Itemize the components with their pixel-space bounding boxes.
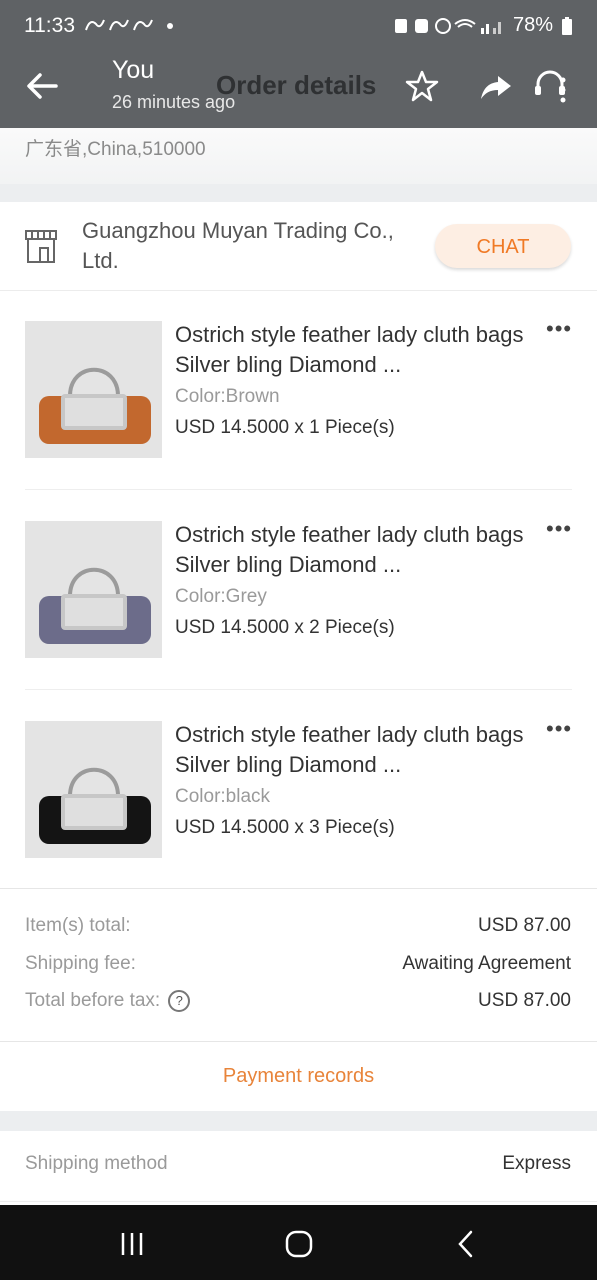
seller-name[interactable]: Guangzhou Muyan Trading Co., Ltd.: [82, 216, 432, 276]
status-time: 11:33: [24, 14, 75, 37]
sender-name: You: [112, 56, 155, 84]
store-icon: [25, 230, 57, 263]
recent-apps-icon[interactable]: [115, 1227, 149, 1261]
share-icon[interactable]: [478, 68, 514, 104]
before-tax-label-wrap: Total before tax:?: [25, 990, 191, 1012]
page-title: Order details: [216, 70, 377, 100]
payment-records-link[interactable]: Payment records: [0, 1041, 597, 1111]
product-color: Color:Grey: [175, 586, 267, 607]
product-title[interactable]: Ostrich style feather lady cluth bags Si…: [175, 520, 525, 580]
nav-back-icon[interactable]: [450, 1227, 484, 1261]
shipping-method-label: Shipping method: [25, 1153, 168, 1174]
product-price: USD 14.5000 x 3 Piece(s): [175, 817, 395, 838]
home-icon[interactable]: [282, 1227, 316, 1261]
battery-icon: [562, 16, 572, 35]
shipping-method: Shipping method Express: [25, 1153, 571, 1183]
system-status-icons: [394, 17, 501, 34]
back-arrow-icon[interactable]: [22, 66, 62, 106]
status-bar: 11:33 78%: [0, 0, 597, 52]
product-price: USD 14.5000 x 1 Piece(s): [175, 417, 395, 438]
product-color: Color:Brown: [175, 386, 280, 407]
shipping-fee-label: Shipping fee:: [25, 953, 136, 974]
before-tax-row: Total before tax:? USD 87.00: [25, 990, 571, 1020]
product-title[interactable]: Ostrich style feather lady cluth bags Si…: [175, 720, 525, 780]
app-bar: You 26 minutes ago Order details: [0, 52, 597, 128]
items-total-value: USD 87.00: [478, 915, 571, 936]
section-divider: [0, 1111, 597, 1131]
battery-percent: 78%: [512, 14, 553, 36]
order-totals: Item(s) total: USD 87.00 Shipping fee: A…: [0, 888, 597, 1042]
list-item[interactable]: Ostrich style feather lady cluth bags Si…: [0, 490, 597, 690]
before-tax-value: USD 87.00: [478, 990, 571, 1011]
notification-icons: [84, 14, 174, 41]
shipping-method-value: Express: [502, 1153, 571, 1174]
bag-image-brown: [25, 321, 162, 458]
product-color: Color:black: [175, 786, 271, 807]
product-price: USD 14.5000 x 2 Piece(s): [175, 617, 395, 638]
more-options-icon[interactable]: •••: [546, 316, 572, 342]
before-tax-label: Total before tax:: [25, 990, 161, 1011]
section-divider: [0, 184, 597, 202]
chat-button[interactable]: CHAT: [435, 224, 571, 268]
product-image[interactable]: [25, 321, 162, 458]
product-title[interactable]: Ostrich style feather lady cluth bags Si…: [175, 320, 525, 380]
more-options-icon[interactable]: •••: [546, 516, 572, 542]
shipping-method-row[interactable]: Shipping method Express: [0, 1131, 597, 1202]
bag-image-black: [25, 721, 162, 858]
more-options-icon[interactable]: •••: [546, 716, 572, 742]
shipping-fee-value: Awaiting Agreement: [402, 953, 571, 974]
shipping-address: 广东省,China,510000: [0, 128, 597, 184]
app-notification-icon: [85, 19, 173, 31]
system-nav-bar: [0, 1205, 597, 1280]
shipping-fee-row: Shipping fee: Awaiting Agreement: [25, 953, 571, 983]
help-icon[interactable]: ?: [168, 990, 191, 1012]
customer-service-icon[interactable]: [532, 68, 568, 104]
list-item[interactable]: Ostrich style feather lady cluth bags Si…: [0, 290, 597, 490]
address-text: 广东省,China,510000: [25, 139, 206, 160]
items-total-label: Item(s) total:: [25, 915, 131, 936]
product-image[interactable]: [25, 721, 162, 858]
items-total-row: Item(s) total: USD 87.00: [25, 915, 571, 945]
seller-row: Guangzhou Muyan Trading Co., Ltd. CHAT: [0, 202, 597, 291]
bag-image-grey: [25, 521, 162, 658]
product-image[interactable]: [25, 521, 162, 658]
status-right: 78%: [393, 14, 573, 37]
star-icon[interactable]: [404, 68, 440, 104]
list-item[interactable]: Ostrich style feather lady cluth bags Si…: [0, 690, 597, 888]
